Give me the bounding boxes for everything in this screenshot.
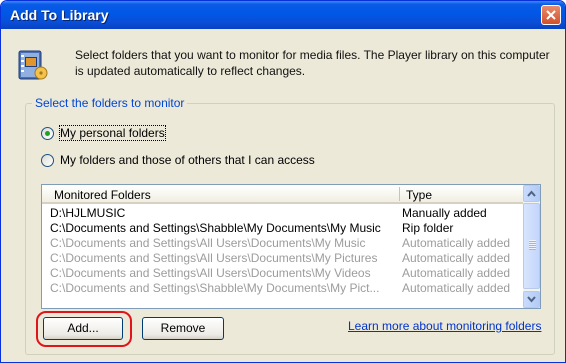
folder-type: Automatically added xyxy=(402,236,511,250)
vertical-scrollbar[interactable] xyxy=(523,185,540,308)
library-media-icon xyxy=(18,49,48,81)
scrollbar-thumb[interactable] xyxy=(523,203,540,289)
learn-more-link[interactable]: Learn more about monitoring folders xyxy=(348,319,541,333)
list-header: Monitored Folders Type xyxy=(42,185,523,204)
table-row[interactable]: C:\Documents and Settings\All Users\Docu… xyxy=(42,266,523,281)
folder-path: C:\Documents and Settings\All Users\Docu… xyxy=(50,266,371,280)
add-to-library-dialog: Add To Library Select folders that you w… xyxy=(0,0,566,363)
folder-type: Automatically added xyxy=(402,281,511,295)
add-button-highlight xyxy=(36,311,132,347)
close-button[interactable] xyxy=(541,5,561,25)
table-row[interactable]: C:\Documents and Settings\All Users\Docu… xyxy=(42,236,523,251)
folder-path: C:\Documents and Settings\Shabble\My Doc… xyxy=(50,281,380,295)
scroll-down-button[interactable] xyxy=(523,291,540,308)
radio-checked-icon xyxy=(41,126,54,140)
radio-label-others: My folders and those of others that I ca… xyxy=(60,153,315,167)
column-divider[interactable] xyxy=(399,187,400,201)
table-row[interactable]: D:\HJLMUSIC Manually added xyxy=(42,206,523,221)
radio-others-folders[interactable]: My folders and those of others that I ca… xyxy=(41,153,315,167)
folder-type: Automatically added xyxy=(402,251,511,265)
title-bar[interactable]: Add To Library xyxy=(1,1,565,29)
folder-path: D:\HJLMUSIC xyxy=(50,206,126,220)
table-row[interactable]: C:\Documents and Settings\Shabble\My Doc… xyxy=(42,221,523,236)
folder-type: Automatically added xyxy=(402,266,511,280)
window-title: Add To Library xyxy=(10,7,109,23)
radio-unchecked-icon xyxy=(41,153,54,167)
grip-icon xyxy=(529,240,536,250)
radio-my-personal-folders[interactable]: My personal folders xyxy=(41,125,166,141)
table-row[interactable]: C:\Documents and Settings\All Users\Docu… xyxy=(42,251,523,266)
radio-label-personal: My personal folders xyxy=(59,125,166,141)
column-header-type[interactable]: Type xyxy=(406,188,432,202)
list-rows: D:\HJLMUSIC Manually added C:\Documents a… xyxy=(42,206,523,296)
chevron-up-icon xyxy=(527,190,536,197)
group-legend: Select the folders to monitor xyxy=(32,96,188,110)
folder-path: C:\Documents and Settings\All Users\Docu… xyxy=(50,251,378,265)
folder-path: C:\Documents and Settings\Shabble\My Doc… xyxy=(50,221,381,235)
table-row[interactable]: C:\Documents and Settings\Shabble\My Doc… xyxy=(42,281,523,296)
folder-path: C:\Documents and Settings\All Users\Docu… xyxy=(50,236,366,250)
column-header-monitored-folders[interactable]: Monitored Folders xyxy=(54,188,151,202)
monitored-folders-list[interactable]: Monitored Folders Type D:\HJLMUSIC Manual… xyxy=(41,184,541,309)
remove-button[interactable]: Remove xyxy=(142,317,224,340)
intro-text: Select folders that you want to monitor … xyxy=(75,48,550,78)
folder-type: Rip folder xyxy=(402,221,454,235)
scroll-up-button[interactable] xyxy=(523,185,540,202)
folder-type: Manually added xyxy=(402,206,487,220)
close-icon xyxy=(546,10,556,20)
chevron-down-icon xyxy=(527,296,536,303)
